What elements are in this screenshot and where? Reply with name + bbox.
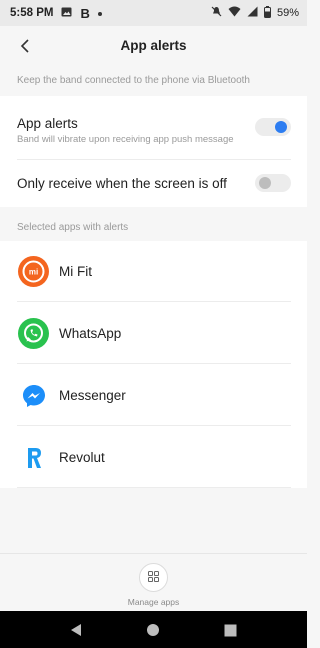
setting-screen-off[interactable]: Only receive when the screen is off (17, 160, 291, 207)
manage-apps-label: Manage apps (127, 597, 180, 607)
divider (17, 301, 291, 302)
toggle-knob (275, 121, 287, 133)
signal-icon (247, 6, 258, 20)
whatsapp-icon (18, 318, 49, 349)
home-circle-icon[interactable] (145, 622, 161, 638)
bottom-bar: Manage apps (0, 553, 307, 611)
revolut-icon (18, 442, 49, 473)
bluetooth-info-text: Keep the band connected to the phone via… (17, 75, 250, 86)
battery-icon (263, 5, 271, 21)
divider (17, 425, 291, 426)
screen-off-toggle[interactable] (255, 174, 291, 192)
manage-apps-button[interactable] (139, 563, 168, 592)
back-triangle-icon[interactable] (68, 622, 84, 638)
app-item-whatsapp[interactable]: WhatsApp (0, 303, 307, 364)
setting-app-alerts-title: App alerts (17, 116, 78, 131)
wifi-icon (228, 6, 241, 20)
app-item-revolut[interactable]: Revolut (0, 427, 307, 488)
settings-card: App alerts Band will vibrate upon receiv… (0, 96, 307, 207)
page-title: App alerts (120, 37, 187, 53)
system-nav-bar (0, 611, 307, 648)
setting-screen-off-title: Only receive when the screen is off (17, 176, 227, 191)
image-icon (61, 7, 72, 20)
app-item-messenger[interactable]: Messenger (0, 365, 307, 426)
battery-percent: 59% (276, 7, 299, 19)
b-icon: B (80, 5, 90, 21)
app-bar: App alerts (0, 26, 307, 64)
grid-icon (148, 569, 159, 587)
app-item-mi-fit[interactable]: mi Mi Fit (0, 241, 307, 302)
app-name: Messenger (59, 388, 126, 403)
app-name: WhatsApp (59, 326, 122, 341)
apps-card: mi Mi Fit WhatsApp Messenger Revolut (0, 241, 307, 488)
mute-icon (211, 6, 222, 20)
app-name: Revolut (59, 450, 105, 465)
divider (17, 487, 291, 488)
recents-square-icon[interactable] (222, 622, 238, 638)
status-time: 5:58 PM (10, 7, 54, 19)
svg-text:mi: mi (29, 268, 38, 277)
setting-app-alerts[interactable]: App alerts Band will vibrate upon receiv… (17, 106, 291, 156)
divider (17, 363, 291, 364)
back-arrow-icon[interactable] (14, 34, 38, 58)
app-name: Mi Fit (59, 264, 92, 279)
setting-app-alerts-description: Band will vibrate upon receiving app pus… (17, 134, 234, 145)
toggle-knob (259, 177, 271, 189)
apps-section-label: Selected apps with alerts (17, 222, 129, 233)
status-bar: 5:58 PM B 59% (0, 0, 307, 26)
mi-fit-icon: mi (18, 256, 49, 287)
messenger-icon (18, 380, 49, 411)
app-alerts-toggle[interactable] (255, 118, 291, 136)
dot-icon (97, 7, 102, 19)
